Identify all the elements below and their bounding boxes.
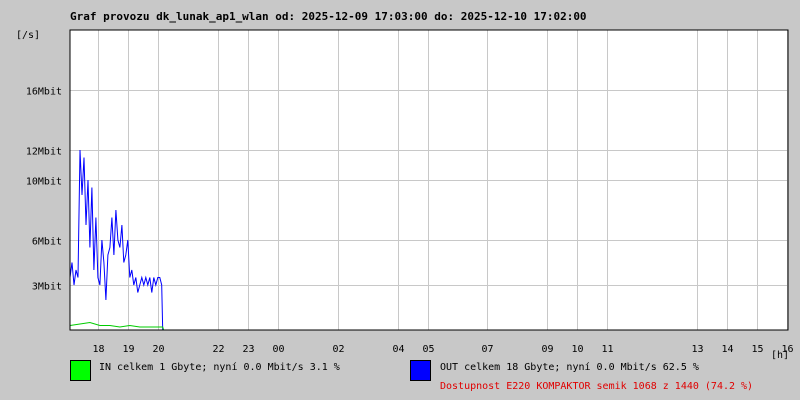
y-tick-label: 12Mbit (26, 147, 62, 158)
traffic-chart: 3Mbit 6Mbit 10Mbit 12Mbit 16Mbit 18 19 20 22 23 0… (26, 29, 794, 355)
y-tick-label: 10Mbit (26, 177, 62, 188)
x-tick-label: 05 (422, 344, 434, 355)
out-legend-text: OUT celkem 18 Gbyte; nyní 0.0 Mbit/s 62.… (440, 362, 699, 373)
out-legend-swatch (410, 360, 431, 381)
x-tick-label: 11 (601, 344, 613, 355)
availability-text: Dostupnost E220 KOMPAKTOR semik 1068 z 1… (440, 381, 754, 392)
x-tick-label: 10 (571, 344, 583, 355)
x-tick-label: 00 (272, 344, 284, 355)
y-tick-label: 6Mbit (32, 237, 62, 248)
x-tick-label: 02 (332, 344, 344, 355)
x-tick-label: 20 (152, 344, 164, 355)
x-tick-label: 19 (122, 344, 134, 355)
x-tick-label: 22 (212, 344, 224, 355)
in-legend-swatch (70, 360, 91, 381)
y-tick-label: 16Mbit (26, 87, 62, 98)
x-tick-label: 14 (721, 344, 733, 355)
x-tick-label: 18 (92, 344, 104, 355)
y-tick-label: 3Mbit (32, 282, 62, 293)
x-tick-label: 09 (541, 344, 553, 355)
x-tick-label: 13 (691, 344, 703, 355)
y-tick-labels: 3Mbit 6Mbit 10Mbit 12Mbit 16Mbit (26, 87, 62, 293)
in-legend-text: IN celkem 1 Gbyte; nyní 0.0 Mbit/s 3.1 % (99, 362, 340, 373)
x-tick-label: 04 (392, 344, 404, 355)
x-tick-label: 23 (242, 344, 254, 355)
x-tick-label: 16 (781, 344, 793, 355)
x-tick-label: 15 (751, 344, 763, 355)
x-tick-labels: 18 19 20 22 23 00 02 04 05 07 09 10 11 13 14 15 16 (92, 344, 793, 355)
x-tick-label: 07 (481, 344, 493, 355)
